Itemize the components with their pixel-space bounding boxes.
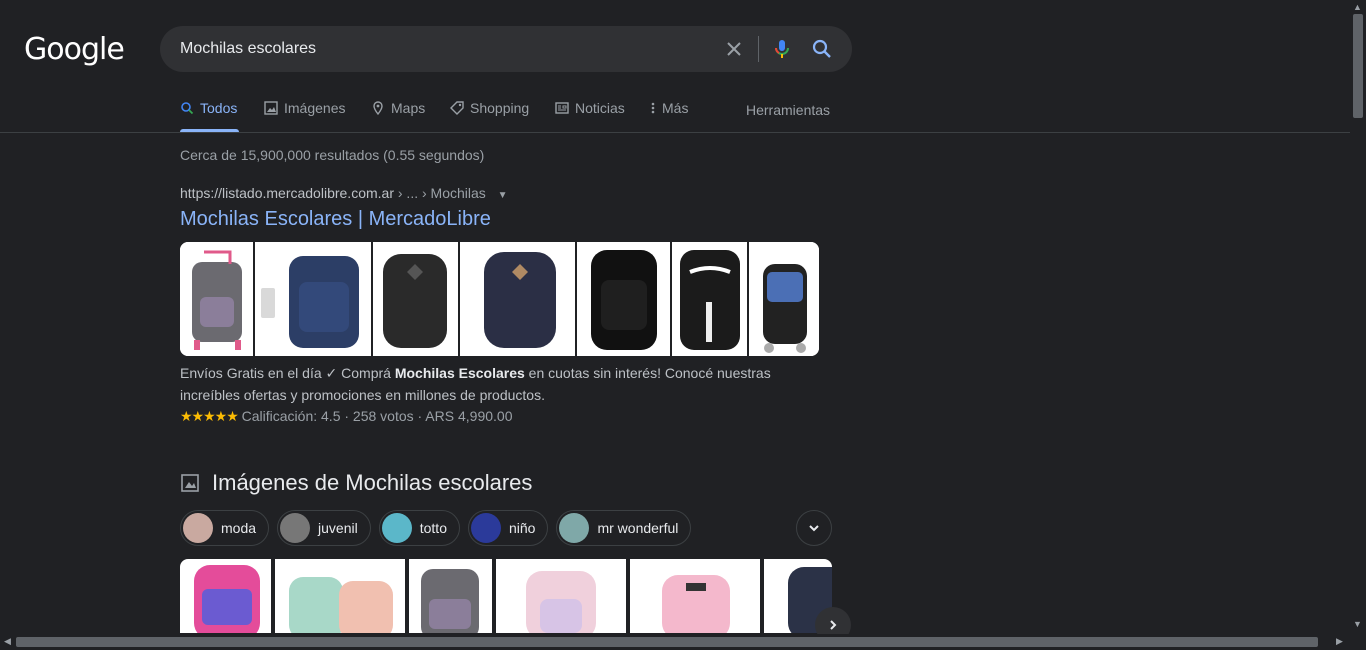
backpack-thumbnail[interactable]	[180, 242, 255, 356]
vertical-scrollbar[interactable]: ▲ ▼	[1350, 0, 1366, 650]
scroll-down-icon[interactable]: ▼	[1353, 619, 1362, 629]
star-rating-icon: ★★★★★	[180, 408, 239, 424]
tab-mas[interactable]: Más	[650, 100, 688, 132]
images-section-title[interactable]: Imágenes de Mochilas escolares	[180, 470, 532, 496]
search-icon[interactable]	[810, 37, 834, 61]
scrollbar-corner	[1350, 634, 1366, 650]
chip-thumbnail	[381, 513, 412, 543]
backpack-thumbnail[interactable]	[577, 242, 672, 356]
chevron-down-icon[interactable]: ▼	[498, 190, 508, 201]
tabs-divider	[0, 132, 1350, 133]
chip-totto[interactable]: totto	[378, 510, 460, 546]
horizontal-scroll-thumb[interactable]	[16, 637, 1318, 647]
search-input[interactable]	[180, 37, 700, 61]
image-result[interactable]	[180, 559, 275, 633]
vertical-scroll-thumb[interactable]	[1353, 14, 1363, 118]
result-stats: Cerca de 15,900,000 resultados (0.55 seg…	[180, 147, 485, 163]
clear-icon[interactable]	[722, 37, 746, 61]
image-icon	[264, 101, 278, 115]
chip-nino[interactable]: niño	[467, 510, 549, 546]
chip-mr-wonderful[interactable]: mr wonderful	[556, 510, 692, 546]
image-icon	[181, 474, 199, 492]
expand-chips-button[interactable]	[796, 510, 832, 546]
url-domain: https://listado.mercadolibre.com.ar	[180, 185, 394, 201]
image-result[interactable]	[630, 559, 764, 633]
chip-thumbnail	[183, 513, 213, 543]
tab-label: Shopping	[470, 100, 530, 116]
chip-thumbnail	[559, 513, 590, 543]
microphone-icon[interactable]	[770, 37, 794, 61]
tab-todos[interactable]: Todos	[180, 100, 239, 132]
image-result[interactable]	[275, 559, 409, 633]
search-icon	[181, 102, 194, 115]
chip-thumbnail	[280, 513, 311, 543]
chip-juvenil[interactable]: juvenil	[277, 510, 371, 546]
backpack-thumbnail[interactable]	[672, 242, 749, 356]
scroll-left-icon[interactable]: ◀	[4, 636, 11, 647]
tab-label: Más	[662, 100, 689, 116]
chevron-down-icon	[809, 525, 819, 532]
search-divider	[758, 36, 759, 62]
image-filter-chips: moda juvenil totto niño mr wonderful	[180, 510, 692, 546]
url-breadcrumb: › ... › Mochilas	[393, 185, 486, 201]
result-url[interactable]: https://listado.mercadolibre.com.ar › ..…	[180, 185, 508, 201]
chip-moda[interactable]: moda	[180, 510, 270, 546]
tab-imagenes[interactable]: Imágenes	[264, 100, 345, 132]
backpack-thumbnail[interactable]	[373, 242, 460, 356]
backpack-thumbnail[interactable]	[749, 242, 819, 356]
google-logo[interactable]: Google	[24, 32, 125, 67]
tab-maps[interactable]: Maps	[371, 100, 425, 132]
result-rating: ★★★★★ Calificación: 4.5 · 258 votos · AR…	[180, 408, 512, 425]
result-title-link[interactable]: Mochilas Escolares | MercadoLibre	[180, 208, 491, 231]
tools-button[interactable]: Herramientas	[746, 102, 830, 118]
chevron-right-icon	[830, 620, 837, 630]
tab-label: Imágenes	[284, 100, 346, 116]
rating-text: Calificación: 4.5 · 258 votos · ARS 4,99…	[241, 408, 513, 424]
horizontal-scrollbar[interactable]: ◀ ▶	[0, 634, 1350, 650]
tab-label: Maps	[391, 100, 426, 116]
scroll-right-icon[interactable]: ▶	[1336, 636, 1343, 647]
search-box[interactable]	[160, 26, 852, 72]
chip-thumbnail	[470, 513, 501, 543]
tab-label: Noticias	[575, 100, 625, 116]
backpack-thumbnail[interactable]	[460, 242, 577, 356]
more-vert-icon	[651, 102, 655, 114]
newspaper-icon	[555, 102, 569, 114]
tab-label: Todos	[200, 100, 238, 116]
backpack-thumbnail[interactable]	[255, 242, 373, 356]
tag-icon	[450, 101, 464, 115]
image-results-strip	[180, 559, 832, 633]
scroll-up-icon[interactable]: ▲	[1353, 2, 1362, 12]
tab-shopping[interactable]: Shopping	[450, 100, 529, 132]
result-thumbnail-strip[interactable]	[180, 242, 819, 356]
map-pin-icon	[373, 101, 383, 115]
tab-noticias[interactable]: Noticias	[555, 100, 625, 132]
result-snippet: Envíos Gratis en el día ✓ Comprá Mochila…	[180, 365, 771, 403]
image-result[interactable]	[496, 559, 630, 633]
image-result[interactable]	[409, 559, 496, 633]
